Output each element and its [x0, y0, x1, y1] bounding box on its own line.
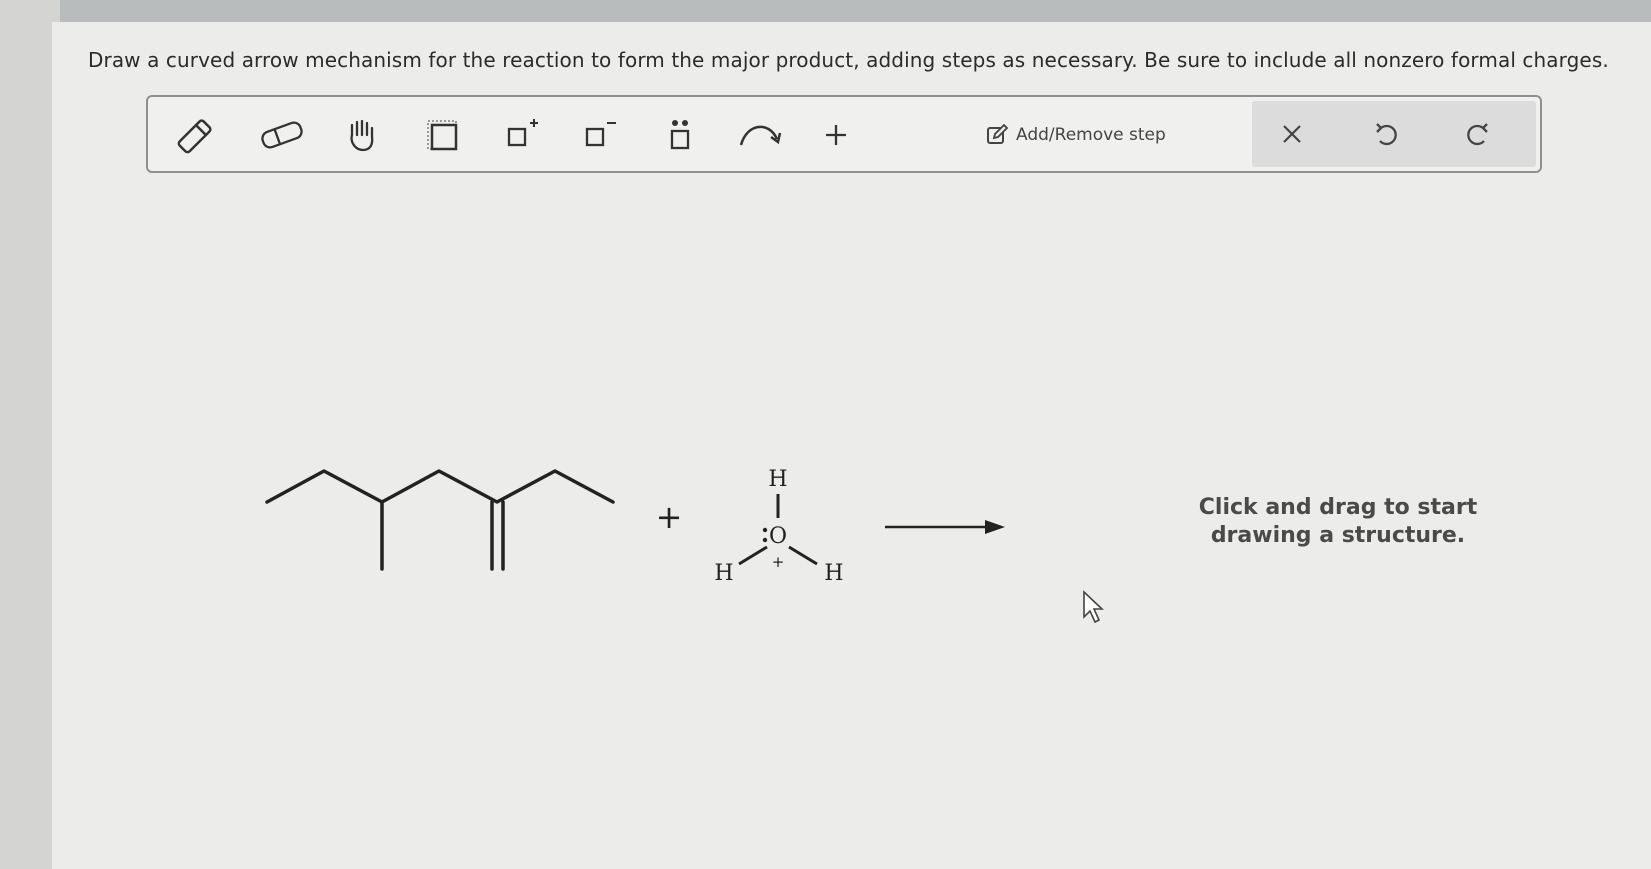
mouse-cursor-icon [1083, 590, 1105, 624]
selection-tool-button[interactable] [414, 107, 470, 163]
hydronium-top-h: H [768, 467, 787, 492]
eraser-icon [261, 121, 303, 149]
hydronium-structure: H O + H H [714, 467, 843, 586]
alkene-structure [265, 469, 615, 571]
hydronium-left-h: H [714, 561, 733, 586]
lone-pair-tool-button[interactable] [652, 107, 708, 163]
redo-icon [1467, 123, 1488, 146]
lone-pair-icon [670, 120, 690, 150]
plus-tool-button[interactable] [808, 107, 864, 163]
reaction-plus-sign: + [656, 498, 683, 536]
add-remove-step-button[interactable]: Add/Remove step [986, 117, 1166, 153]
hand-tool-button[interactable] [334, 107, 390, 163]
eraser-tool-button[interactable] [254, 107, 310, 163]
positive-charge-icon [507, 119, 538, 147]
drawing-toolbar: Add/Remove step [146, 95, 1542, 173]
history-controls [1252, 101, 1536, 167]
undo-icon [1376, 123, 1397, 146]
negative-charge-tool-button[interactable] [572, 107, 628, 163]
plus-icon [826, 125, 846, 145]
canvas-hint: Click and drag to start drawing a struct… [1198, 495, 1478, 548]
redo-button[interactable] [1448, 109, 1508, 159]
pencil-tool-button[interactable] [168, 107, 224, 163]
add-remove-step-label: Add/Remove step [1016, 125, 1166, 145]
curved-arrow-tool-button[interactable] [732, 107, 788, 163]
hydronium-right-h: H [824, 561, 843, 586]
close-icon [1283, 125, 1301, 143]
top-strip [60, 0, 1651, 22]
question-text: Draw a curved arrow mechanism for the re… [88, 48, 1609, 72]
undo-button[interactable] [1356, 109, 1416, 159]
reaction-arrow [885, 520, 1005, 534]
selection-icon [427, 120, 458, 151]
hand-icon [350, 119, 374, 152]
hydronium-charge: + [772, 553, 785, 571]
clear-button[interactable] [1262, 109, 1322, 159]
edit-icon [987, 124, 1008, 144]
hydronium-oxygen: O [769, 524, 787, 549]
positive-charge-tool-button[interactable] [494, 107, 550, 163]
curved-arrow-icon [739, 125, 782, 146]
negative-charge-icon [585, 122, 616, 147]
pencil-icon [177, 119, 212, 154]
